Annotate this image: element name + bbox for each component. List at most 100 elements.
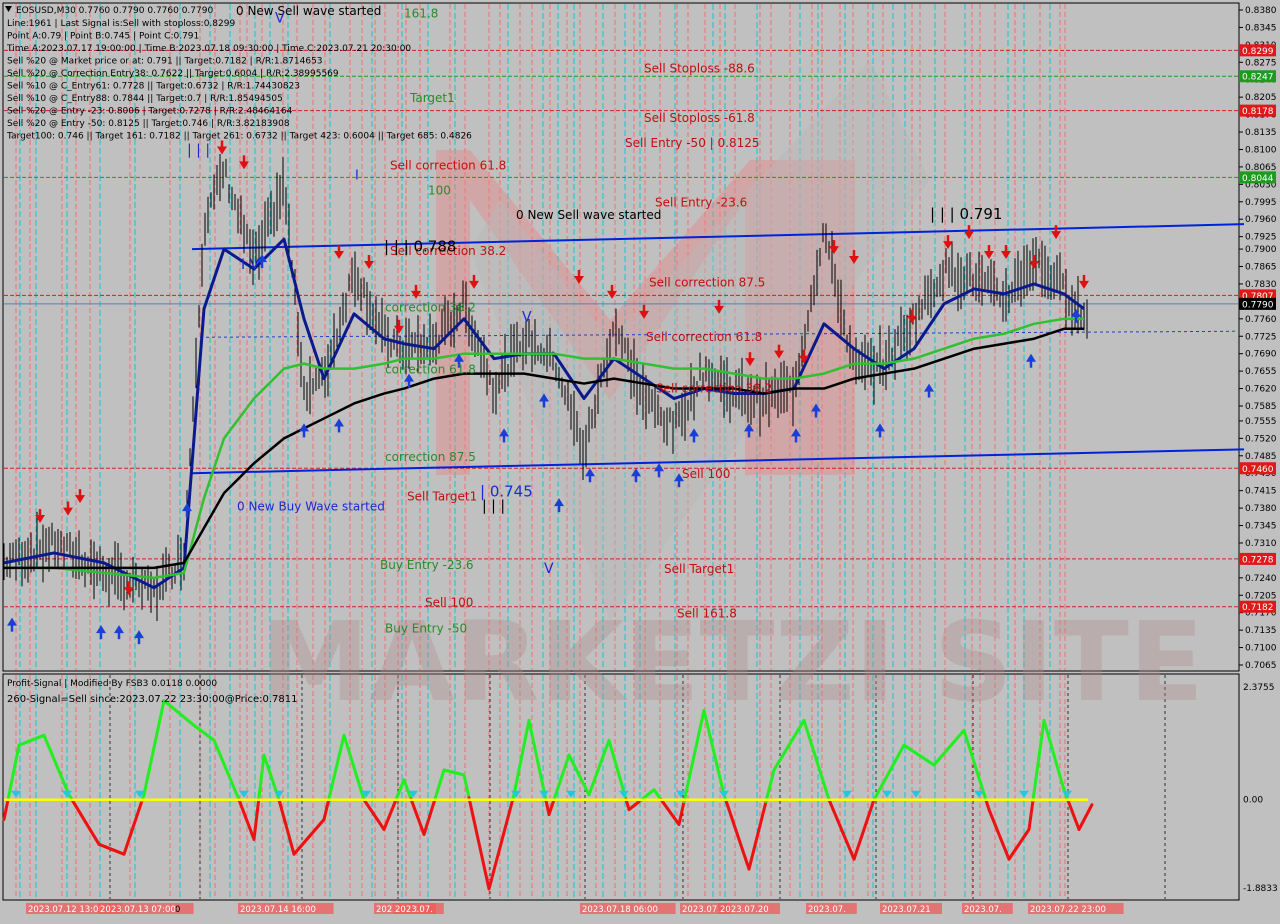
wave-label-7: V	[522, 309, 532, 325]
annotation-3: Target1	[409, 91, 455, 105]
info-line-1: Point A:0.79 | Point B:0.745 | Point C:0…	[7, 32, 199, 42]
osc-tick-label-1: 0.00	[1243, 796, 1263, 806]
time-label-0: 2023.07.12 13:00	[28, 905, 104, 915]
time-label-11: 2023.07.	[964, 905, 1002, 915]
price-level-tag-text-0: 0.8299	[1242, 47, 1274, 57]
price-tick-label-20: 0.7690	[1245, 350, 1277, 360]
annotation-14: correction 61.8	[385, 363, 476, 377]
price-tick-label-15: 0.7865	[1245, 263, 1277, 273]
price-tick-label-28: 0.7415	[1245, 487, 1277, 497]
price-tick-label-0: 0.8380	[1245, 6, 1277, 16]
oscillator-signal-text: 260-Signal=Sell since:2023.07.22 23:30:0…	[7, 694, 297, 705]
wave-label-9: I	[355, 168, 359, 183]
annotation-18: Sell Target1	[407, 490, 477, 504]
price-level-tag-text-8: 0.7182	[1242, 603, 1274, 613]
price-tick-label-3: 0.8275	[1245, 58, 1277, 68]
annotation-17: Sell 100	[682, 467, 730, 481]
time-label-9: 2023.07.	[808, 905, 846, 915]
info-line-7: Sell %20 @ Entry -23: 0.8006 | Target:0.…	[7, 107, 293, 117]
wave-label-5: I V	[241, 257, 260, 273]
price-tick-label-34: 0.7205	[1245, 591, 1277, 601]
price-tick-label-24: 0.7555	[1245, 417, 1277, 427]
wave-label-0: | | | 0.788	[384, 238, 456, 256]
osc-tick-label-0: 2.3755	[1243, 683, 1275, 693]
price-tick-label-23: 0.7585	[1245, 402, 1277, 412]
annotation-7: 100	[428, 183, 451, 197]
price-level-tag-text-1: 0.8247	[1242, 73, 1274, 83]
wave-label-8: V	[544, 561, 554, 577]
price-tick-label-11: 0.7995	[1245, 198, 1277, 208]
info-line-6: Sell %10 @ C_Entry88: 0.7844 || Target:0…	[7, 94, 283, 104]
chart-window: MARKETZI SITE 0 New Sell wave started161…	[0, 0, 1280, 920]
price-tick-label-1: 0.8345	[1245, 23, 1277, 33]
time-label-6: 2023.07.18 06:00	[582, 905, 658, 915]
annotation-4: Sell Stoploss -61.8	[644, 111, 755, 125]
price-tick-label-5: 0.8205	[1245, 93, 1277, 103]
info-line-9: Target100: 0.746 || Target 161: 0.7182 |…	[6, 132, 472, 142]
price-tick-label-30: 0.7345	[1245, 522, 1277, 532]
price-tick-label-31: 0.7310	[1245, 539, 1277, 549]
info-line-3: Sell %20 @ Market price or at: 0.791 || …	[7, 57, 323, 67]
price-tick-label-16: 0.7830	[1245, 280, 1277, 290]
info-line-5: Sell %10 @ C_Entry61: 0.7728 || Target:0…	[7, 82, 300, 92]
annotation-15: Sell correction 38.2	[656, 382, 772, 396]
price-tick-label-37: 0.7100	[1245, 644, 1277, 654]
info-line-8: Sell %20 @ Entry -50: 0.8125 || Target:0…	[7, 119, 290, 129]
price-level-tag-text-7: 0.7278	[1242, 555, 1274, 565]
annotation-9: 0 New Sell wave started	[516, 208, 661, 222]
oscillator-title: Profit-Signal | Modified By FSB3 0.0118 …	[7, 679, 217, 689]
price-tick-label-14: 0.7900	[1245, 245, 1277, 255]
wave-label-4: | | |	[187, 142, 210, 158]
osc-tick-label-2: -1.8833	[1243, 884, 1278, 894]
price-tick-label-19: 0.7725	[1245, 332, 1277, 342]
time-label-2: 0	[175, 905, 180, 915]
price-tick-label-21: 0.7655	[1245, 367, 1277, 377]
annotation-19: 0 New Buy Wave started	[237, 500, 385, 514]
osc-seg-1087	[1091, 805, 1092, 807]
annotation-0: 0 New Sell wave started	[236, 4, 381, 18]
price-tick-label-18: 0.7760	[1245, 315, 1277, 325]
price-tick-label-22: 0.7620	[1245, 385, 1277, 395]
time-label-10: 2023.07.21	[882, 905, 931, 915]
wave-label-3: | | |	[482, 499, 505, 515]
price-tick-label-29: 0.7380	[1245, 504, 1277, 514]
time-label-12: 2023.07.22 23:00	[1030, 905, 1106, 915]
annotation-6: Sell correction 61.8	[390, 158, 506, 172]
price-tick-label-26: 0.7485	[1245, 452, 1277, 462]
time-label-5: 2023.07.	[395, 905, 433, 915]
trading-chart[interactable]: MARKETZI SITE 0 New Sell wave started161…	[0, 0, 1280, 920]
time-axis: 2023.07.12 13:002023.07.13 07:000 2023.07…	[0, 901, 1280, 920]
time-label-3: 2023.07.14 16:00	[240, 905, 316, 915]
annotation-12: correction 38.2	[385, 300, 476, 314]
annotation-8: Sell Entry -23.6	[655, 196, 747, 210]
symbol-line: EOSUSD,M30 0.7760 0.7790 0.7760 0.7790	[16, 6, 213, 16]
wave-label-1: | | | 0.791	[930, 205, 1002, 223]
info-line-0: Line:1961 | Last Signal is:Sell with sto…	[7, 19, 235, 29]
price-tick-label-33: 0.7240	[1245, 574, 1277, 584]
price-tick-label-8: 0.8100	[1245, 145, 1277, 155]
annotation-22: Sell 100	[425, 596, 473, 610]
price-level-tag-text-5: 0.7790	[1242, 300, 1274, 310]
price-level-tag-text-2: 0.8178	[1242, 107, 1274, 117]
time-label-7: 2023.07.	[682, 905, 720, 915]
time-label-8: 2023.07.20	[720, 905, 769, 915]
annotation-13: Sell correction 61.8	[646, 330, 762, 344]
price-tick-label-13: 0.7925	[1245, 233, 1277, 243]
price-tick-label-12: 0.7960	[1245, 215, 1277, 225]
annotation-1: 161.8	[404, 6, 438, 20]
price-tick-label-38: 0.7065	[1245, 661, 1277, 671]
time-label-1: 2023.07.13 07:00	[100, 905, 176, 915]
annotation-24: Buy Entry -50	[385, 622, 467, 636]
info-line-2: Time A:2023.07.17 19:00:00 | Time B:2023…	[6, 44, 411, 54]
annotation-16: correction 87.5	[385, 450, 476, 464]
annotation-2: Sell Stoploss -88.6	[644, 61, 755, 75]
annotation-20: Buy Entry -23.6	[380, 558, 474, 572]
annotation-11: Sell correction 87.5	[649, 275, 765, 289]
annotation-21: Sell Target1	[664, 562, 734, 576]
annotation-5: Sell Entry -50 | 0.8125	[625, 136, 759, 150]
info-line-4: Sell %20 @ Correction Entry38: 0.7622 ||…	[7, 69, 339, 79]
wave-label-6: V	[275, 10, 285, 26]
price-level-tag-text-6: 0.7460	[1242, 465, 1274, 475]
price-level-tag-text-3: 0.8044	[1242, 174, 1274, 184]
price-tick-label-36: 0.7135	[1245, 626, 1277, 636]
